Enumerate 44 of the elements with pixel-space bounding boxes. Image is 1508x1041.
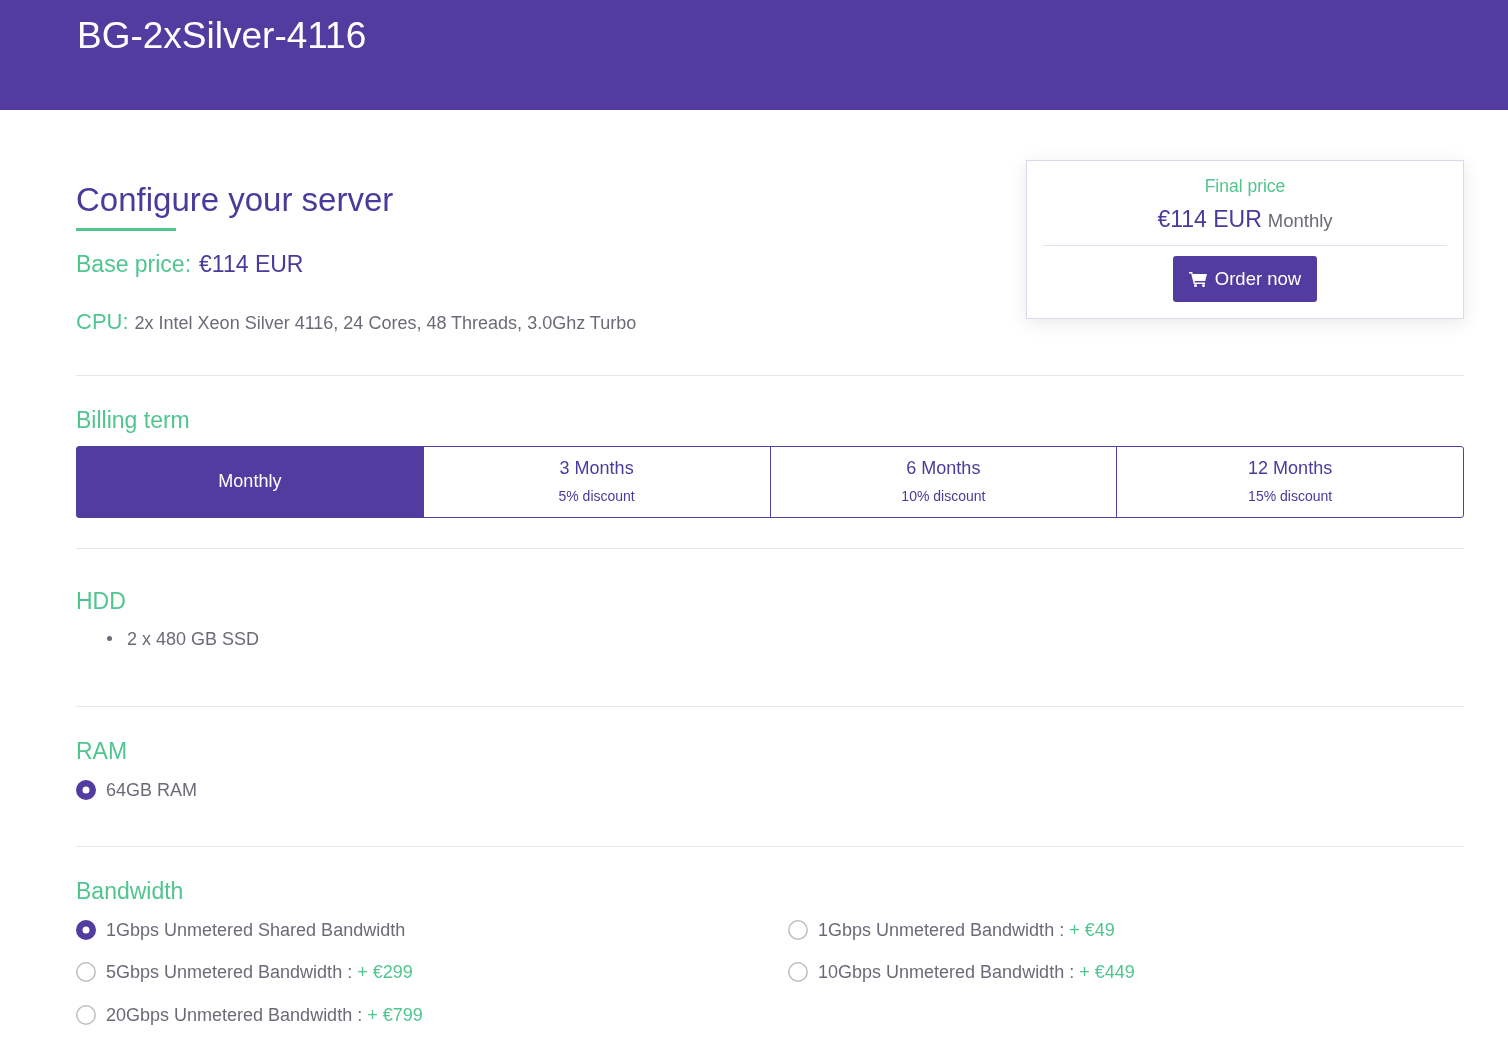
section-heading: RAM	[76, 737, 128, 764]
radio-button[interactable]	[76, 919, 96, 940]
billing-term-tab[interactable]: 12 Months 15% discount	[1116, 445, 1464, 518]
discount-text: 5% discount	[558, 487, 635, 505]
radio-button[interactable]	[76, 1004, 96, 1025]
page-heading: Configure your server	[76, 181, 394, 219]
radio-button[interactable]	[788, 919, 808, 940]
option-price: + €299	[357, 961, 413, 985]
option-price: + €449	[1079, 961, 1135, 985]
billing-term-tab[interactable]: Monthly	[76, 445, 424, 518]
card-title: Final price	[1204, 176, 1286, 196]
final-price: €114 EUR	[1157, 206, 1262, 234]
option-label: 10Gbps Unmetered Bandwidth :	[818, 961, 1075, 985]
option-price: + €49	[1069, 918, 1115, 942]
discount-text: 10% discount	[901, 487, 986, 505]
radio-button[interactable]	[76, 779, 96, 800]
radio-button[interactable]	[788, 962, 808, 983]
base-price: €114 EUR	[199, 250, 304, 279]
bullet-icon	[107, 636, 112, 642]
option-label: 1Gbps Unmetered Shared Bandwidth	[106, 918, 406, 942]
option-label: 20Gbps Unmetered Bandwidth :	[106, 1003, 363, 1027]
cpu-spec: 2x Intel Xeon Silver 4116, 24 Cores, 48 Threads, 3.0Ghz Turbo	[134, 311, 637, 335]
field-label: Base price:	[76, 250, 192, 279]
option-label: 64GB RAM	[106, 778, 198, 802]
option-label: 1Gbps Unmetered Bandwidth :	[818, 918, 1065, 942]
field-label: CPU:	[76, 308, 129, 335]
tab-label: 6 Months	[906, 458, 981, 480]
tab-label: 3 Months	[559, 458, 634, 480]
tab-label: 12 Months	[1248, 458, 1333, 480]
option-price: + €799	[367, 1003, 423, 1027]
section-heading: HDD	[76, 587, 126, 614]
option-label: 5Gbps Unmetered Bandwidth :	[106, 961, 353, 985]
page-title: BG-2xSilver-4116	[77, 14, 367, 58]
tab-label: Monthly	[218, 470, 282, 493]
cart-icon	[1188, 270, 1207, 287]
billing-term-tab[interactable]: 6 Months 10% discount	[769, 445, 1118, 518]
section-heading: Billing term	[76, 406, 190, 433]
disk-item: 2 x 480 GB SSD	[127, 627, 260, 651]
billing-term-tab[interactable]: 3 Months 5% discount	[422, 445, 771, 518]
section-heading: Bandwidth	[76, 877, 184, 904]
order-button[interactable]: Order now	[1172, 255, 1318, 302]
radio-button[interactable]	[76, 962, 96, 983]
discount-text: 15% discount	[1248, 487, 1333, 505]
billing-term-text: Monthly	[1267, 209, 1333, 233]
